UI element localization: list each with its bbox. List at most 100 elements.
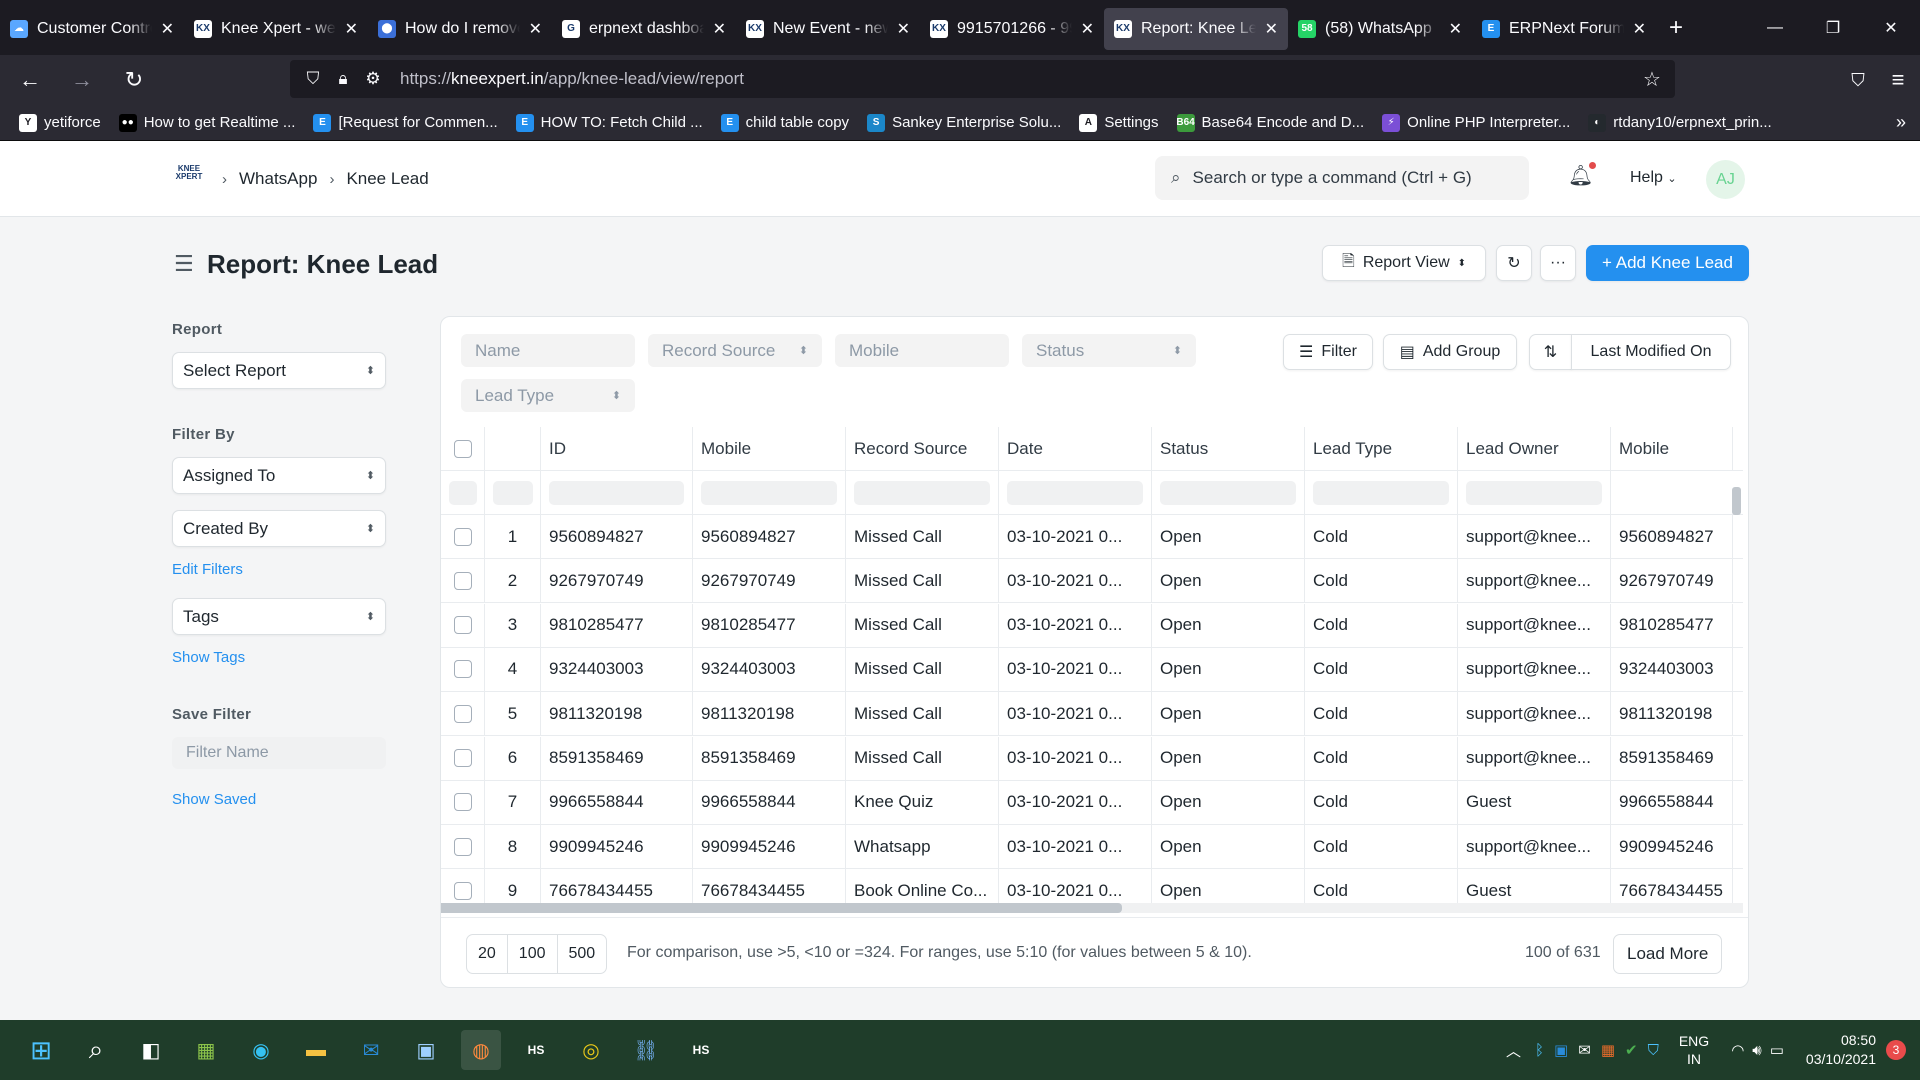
- add-group-button[interactable]: ▤ Add Group: [1383, 334, 1517, 370]
- new-tab-button[interactable]: +: [1656, 14, 1696, 42]
- search-icon[interactable]: ⌕: [76, 1030, 116, 1070]
- cell-date[interactable]: 03-10-2021 0...: [999, 692, 1152, 736]
- cell-id[interactable]: 9810285477: [541, 603, 693, 647]
- pocket-icon[interactable]: ⛉: [1836, 62, 1880, 98]
- column-filter-input[interactable]: [493, 480, 533, 505]
- browser-tab[interactable]: KX New Event - new ✕: [736, 8, 920, 50]
- url-text[interactable]: https://kneexpert.in/app/knee-lead/view/…: [400, 69, 744, 89]
- row-checkbox[interactable]: [454, 881, 472, 900]
- cell-type[interactable]: Cold: [1305, 736, 1458, 780]
- lock-icon[interactable]: 🔒︎: [328, 69, 358, 89]
- cell-type[interactable]: Cold: [1305, 559, 1458, 603]
- page-size-500-button[interactable]: 500: [558, 935, 607, 973]
- cell-type[interactable]: Cold: [1305, 869, 1458, 907]
- filter-button[interactable]: ☰ Filter: [1283, 334, 1373, 370]
- name-filter-input[interactable]: Name: [461, 334, 635, 367]
- cell-mobile2[interactable]: 9560894827: [1611, 515, 1733, 558]
- status-filter-select[interactable]: Status ⬍: [1022, 334, 1196, 367]
- forward-icon[interactable]: →: [60, 62, 104, 98]
- filter-name-input[interactable]: Filter Name: [172, 737, 386, 769]
- cell-status[interactable]: Open: [1152, 780, 1305, 824]
- column-header[interactable]: Status: [1152, 427, 1305, 470]
- table-row[interactable]: 3 9810285477 9810285477 Missed Call 03-10-20…: [441, 603, 1743, 648]
- browser-tab[interactable]: Gerpnext dashboar ✕: [552, 8, 736, 50]
- cell-status[interactable]: Open: [1152, 603, 1305, 647]
- cell-owner[interactable]: support@knee...: [1458, 515, 1611, 558]
- horizontal-scrollbar-thumb[interactable]: [441, 903, 1122, 913]
- cell-type[interactable]: Cold: [1305, 692, 1458, 736]
- breadcrumb-knee-lead[interactable]: Knee Lead: [346, 169, 428, 189]
- cell-id[interactable]: 8591358469: [541, 736, 693, 780]
- bookmark-item[interactable]: E [Request for Commen...: [306, 113, 504, 132]
- cell-mobile2[interactable]: 9324403003: [1611, 647, 1733, 691]
- cell-source[interactable]: Book Online Co...: [846, 869, 999, 907]
- bookmark-item[interactable]: S Sankey Enterprise Solu...: [860, 113, 1068, 132]
- cell-source[interactable]: Missed Call: [846, 515, 999, 558]
- cell-mobile2[interactable]: 9811320198: [1611, 692, 1733, 736]
- cell-type[interactable]: Cold: [1305, 825, 1458, 869]
- cell-owner[interactable]: support@knee...: [1458, 825, 1611, 869]
- column-header[interactable]: Date: [999, 427, 1152, 470]
- browser-tab[interactable]: 58 (58) WhatsApp ✕: [1288, 8, 1472, 50]
- firefox-icon[interactable]: ◍: [461, 1030, 501, 1070]
- close-tab-icon[interactable]: ✕: [1633, 19, 1646, 39]
- column-header[interactable]: Lead Type: [1305, 427, 1458, 470]
- cell-mobile[interactable]: 9811320198: [693, 692, 846, 736]
- cell-id[interactable]: 9966558844: [541, 780, 693, 824]
- column-header[interactable]: ID: [541, 427, 693, 470]
- row-checkbox[interactable]: [454, 793, 472, 812]
- cell-source[interactable]: Missed Call: [846, 692, 999, 736]
- add-knee-lead-button[interactable]: + Add Knee Lead: [1586, 245, 1749, 281]
- cell-mobile[interactable]: 8591358469: [693, 736, 846, 780]
- cell-date[interactable]: 03-10-2021 0...: [999, 647, 1152, 691]
- close-tab-icon[interactable]: ✕: [1449, 19, 1462, 39]
- network-app-icon[interactable]: ⛓: [626, 1030, 666, 1070]
- cell-source[interactable]: Missed Call: [846, 603, 999, 647]
- cell-mobile2[interactable]: 9966558844: [1611, 780, 1733, 824]
- column-header[interactable]: Mobile: [1611, 427, 1733, 470]
- cell-status[interactable]: Open: [1152, 647, 1305, 691]
- show-saved-link[interactable]: Show Saved: [172, 791, 387, 808]
- file-explorer-icon[interactable]: ▬: [296, 1030, 336, 1070]
- cell-date[interactable]: 03-10-2021 0...: [999, 559, 1152, 603]
- column-filter-input[interactable]: [1313, 480, 1449, 505]
- table-row[interactable]: 5 9811320198 9811320198 Missed Call 03-10-20…: [441, 692, 1743, 737]
- cell-mobile[interactable]: 9966558844: [693, 780, 846, 824]
- bookmark-item[interactable]: B64 Base64 Encode and D...: [1170, 113, 1372, 132]
- assigned-to-dropdown[interactable]: Assigned To ⬍: [172, 457, 386, 494]
- page-size-20-button[interactable]: 20: [467, 935, 508, 973]
- shield-icon[interactable]: ⛉: [298, 69, 328, 89]
- cell-source[interactable]: Missed Call: [846, 736, 999, 780]
- edit-filters-link[interactable]: Edit Filters: [172, 561, 387, 578]
- cell-date[interactable]: 03-10-2021 0...: [999, 869, 1152, 907]
- cell-source[interactable]: Whatsapp: [846, 825, 999, 869]
- cell-mobile2[interactable]: 9267970749: [1611, 559, 1733, 603]
- cell-owner[interactable]: Guest: [1458, 780, 1611, 824]
- row-checkbox[interactable]: [454, 527, 472, 546]
- column-header[interactable]: Lead Owner: [1458, 427, 1611, 470]
- app-icon[interactable]: ▣: [406, 1030, 446, 1070]
- table-row[interactable]: 7 9966558844 9966558844 Knee Quiz 03-10-2021…: [441, 780, 1743, 825]
- row-checkbox[interactable]: [454, 837, 472, 856]
- row-checkbox[interactable]: [454, 749, 472, 767]
- cell-status[interactable]: Open: [1152, 692, 1305, 736]
- tray-overflow-icon[interactable]: ︿: [1506, 1040, 1521, 1061]
- page-size-100-button[interactable]: 100: [508, 935, 558, 973]
- cell-source[interactable]: Knee Quiz: [846, 780, 999, 824]
- clock[interactable]: 08:50 03/10/2021: [1806, 1031, 1876, 1069]
- horizontal-scrollbar[interactable]: [441, 903, 1743, 913]
- table-row[interactable]: 8 9909945246 9909945246 Whatsapp 03-10-2021 …: [441, 825, 1743, 870]
- cell-id[interactable]: 9267970749: [541, 559, 693, 603]
- back-icon[interactable]: ←: [8, 62, 52, 98]
- more-actions-button[interactable]: ···: [1540, 245, 1576, 281]
- tags-dropdown[interactable]: Tags ⬍: [172, 598, 386, 635]
- cell-id[interactable]: 9909945246: [541, 825, 693, 869]
- cell-mobile[interactable]: 9560894827: [693, 515, 846, 558]
- close-window-icon[interactable]: ✕: [1862, 0, 1920, 55]
- cell-mobile2[interactable]: 9810285477: [1611, 603, 1733, 647]
- column-filter-input[interactable]: [701, 480, 837, 505]
- volume-icon[interactable]: 🔊︎: [1752, 1042, 1761, 1059]
- cell-mobile[interactable]: 9810285477: [693, 603, 846, 647]
- sidebar-toggle-icon[interactable]: ☰: [174, 251, 194, 277]
- column-filter-input[interactable]: [1007, 480, 1143, 505]
